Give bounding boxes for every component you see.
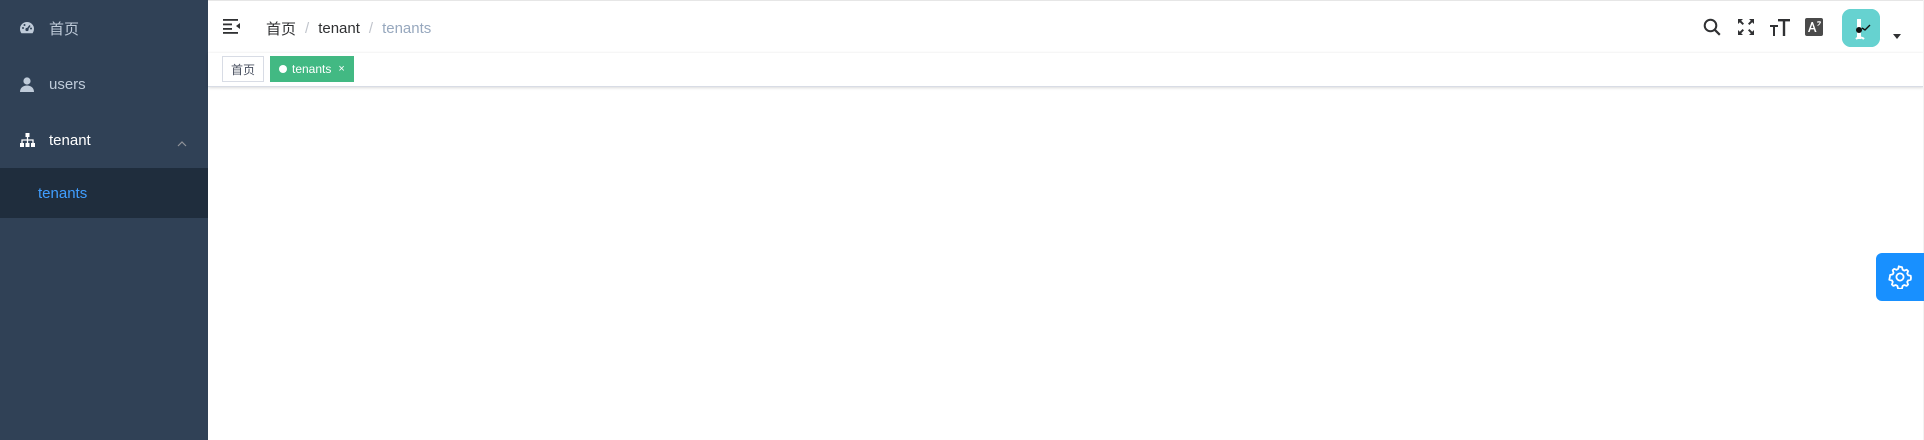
sidebar-item-label: tenant [49,131,91,149]
breadcrumb-tenant[interactable]: tenant [318,20,360,37]
avatar-image [1842,9,1880,47]
close-icon[interactable]: × [338,63,344,75]
sidebar: 首页 users tenant tenants [0,0,208,440]
tag-home[interactable]: 首页 [222,56,265,82]
sidebar-item-tenant[interactable]: tenant [0,112,208,168]
main-area: 首页 / tenant / tenants 首页 tenants × [208,0,1924,440]
tag-label: 首页 [231,62,256,77]
tree-icon [19,132,35,148]
hamburger-icon[interactable] [223,18,241,36]
breadcrumb-tenants: tenants [382,20,432,37]
avatar[interactable] [1842,9,1880,47]
breadcrumb: 首页 / tenant / tenants [266,18,431,39]
caret-down-icon[interactable] [1893,34,1901,39]
chevron-up-icon[interactable] [177,134,187,151]
navbar: 首页 / tenant / tenants [208,0,1924,54]
settings-button[interactable] [1876,253,1924,301]
font-size-icon[interactable] [1770,17,1790,37]
sidebar-item-label: users [49,75,86,93]
sidebar-item-home[interactable]: 首页 [0,0,208,56]
breadcrumb-separator: / [305,20,310,37]
dashboard-icon [19,20,35,36]
sidebar-item-label: 首页 [49,20,80,38]
fullscreen-icon[interactable] [1736,17,1756,37]
sidebar-item-tenants[interactable]: tenants [0,168,208,218]
tags-view: 首页 tenants × [208,53,1924,87]
tag-label: tenants [292,62,332,76]
breadcrumb-separator: / [368,20,374,37]
search-icon[interactable] [1702,17,1722,37]
gear-icon [1888,265,1912,289]
user-icon [19,76,35,92]
language-icon[interactable] [1804,17,1824,37]
sidebar-subitem-label: tenants [38,184,88,202]
breadcrumb-home[interactable]: 首页 [266,18,296,39]
active-dot-icon [279,65,287,73]
sidebar-item-users[interactable]: users [0,56,208,112]
tag-tenants[interactable]: tenants × [270,56,354,82]
